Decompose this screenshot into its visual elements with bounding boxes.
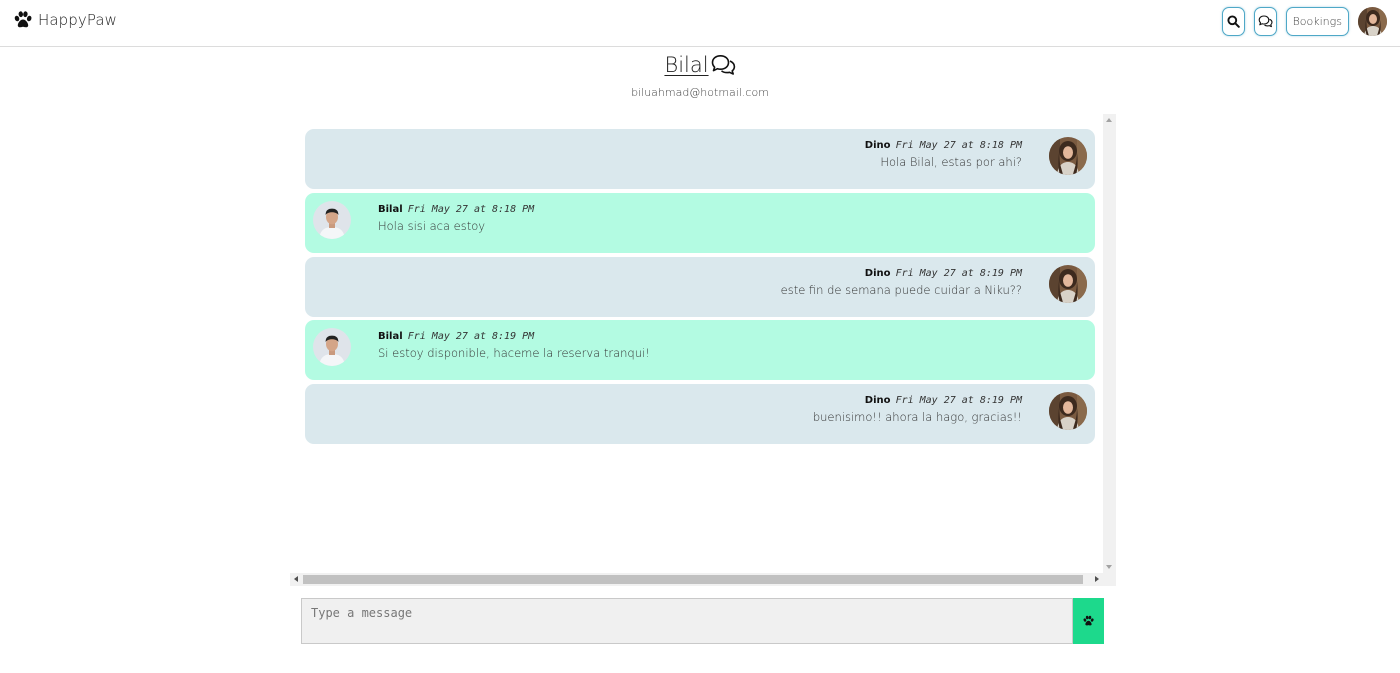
scroll-down-arrow[interactable] [1106,565,1112,569]
top-navbar: HappyPaw Bookings [0,0,1400,47]
message-meta: Dino Fri May 27 at 8:19 PM [865,267,1022,279]
message-author: Dino [864,140,891,151]
user-avatar[interactable] [1358,7,1387,36]
horizontal-scrollbar[interactable] [290,573,1116,586]
conversation-header: Bilal [0,53,1400,77]
message-item: Dino Fri May 27 at 8:19 PM este fin de s… [305,257,1095,317]
contact-name-link[interactable]: Bilal [664,53,708,77]
sender-avatar [1049,392,1087,430]
paw-icon [14,11,32,28]
brand-name: HappyPaw [38,11,118,29]
message-meta: Dino Fri May 27 at 8:18 PM [865,139,1022,151]
message-meta: Dino Fri May 27 at 8:19 PM [865,394,1022,406]
message-item: Bilal Fri May 27 at 8:18 PM Hola sisi ac… [305,193,1095,253]
paw-icon [1083,615,1094,626]
message-item: Dino Fri May 27 at 8:18 PM Hola Bilal, e… [305,129,1095,189]
message-list: Dino Fri May 27 at 8:18 PM Hola Bilal, e… [290,114,1103,573]
scroll-left-arrow[interactable] [294,576,298,582]
scroll-right-arrow[interactable] [1095,576,1099,582]
horizontal-scroll-thumb[interactable] [303,575,1083,584]
scroll-up-arrow[interactable] [1106,118,1112,122]
sender-avatar [1049,265,1087,303]
message-meta: Bilal Fri May 27 at 8:18 PM [378,203,534,215]
message-timestamp: Fri May 27 at 8:18 PM [895,140,1022,151]
send-button[interactable] [1073,598,1104,644]
chat-bubbles-icon [1258,15,1273,28]
message-meta: Bilal Fri May 27 at 8:19 PM [378,330,534,342]
message-author: Dino [864,395,891,406]
user-avatar-image [1358,7,1387,36]
message-text: este fin de semana puede cuidar a Niku?? [780,283,1022,297]
chat-bubbles-icon [711,55,735,75]
bookings-button[interactable]: Bookings [1285,7,1349,36]
message-text: Si estoy disponible, haceme la reserva t… [378,346,650,360]
navbar-actions: Bookings [1221,7,1387,36]
message-timestamp: Fri May 27 at 8:18 PM [407,204,535,215]
message-timestamp: Fri May 27 at 8:19 PM [895,395,1022,406]
message-timestamp: Fri May 27 at 8:19 PM [895,268,1022,279]
vertical-scrollbar[interactable] [1103,114,1116,573]
message-author: Bilal [378,331,403,342]
message-item: Bilal Fri May 27 at 8:19 PM Si estoy dis… [305,320,1095,380]
message-text: buenisimo!! ahora la hago, gracias!! [812,410,1022,424]
message-text: Hola Bilal, estas por ahi? [880,155,1022,169]
message-item: Dino Fri May 27 at 8:19 PM buenisimo!! a… [305,384,1095,444]
messages-scroll-area[interactable]: Dino Fri May 27 at 8:18 PM Hola Bilal, e… [290,114,1116,586]
message-text: Hola sisi aca estoy [378,219,486,233]
message-timestamp: Fri May 27 at 8:19 PM [407,331,535,342]
message-author: Dino [864,268,891,279]
sender-avatar [1049,137,1087,175]
message-author: Bilal [378,204,403,215]
messages-button[interactable] [1253,7,1277,36]
search-button[interactable] [1221,7,1245,36]
sender-avatar [313,201,351,239]
message-input[interactable] [301,598,1073,644]
search-icon [1227,15,1240,28]
brand-logo-link[interactable]: HappyPaw [13,10,117,30]
contact-email: biluahmad@hotmail.com [631,86,769,99]
message-composer [301,598,1104,644]
sender-avatar [313,328,351,366]
